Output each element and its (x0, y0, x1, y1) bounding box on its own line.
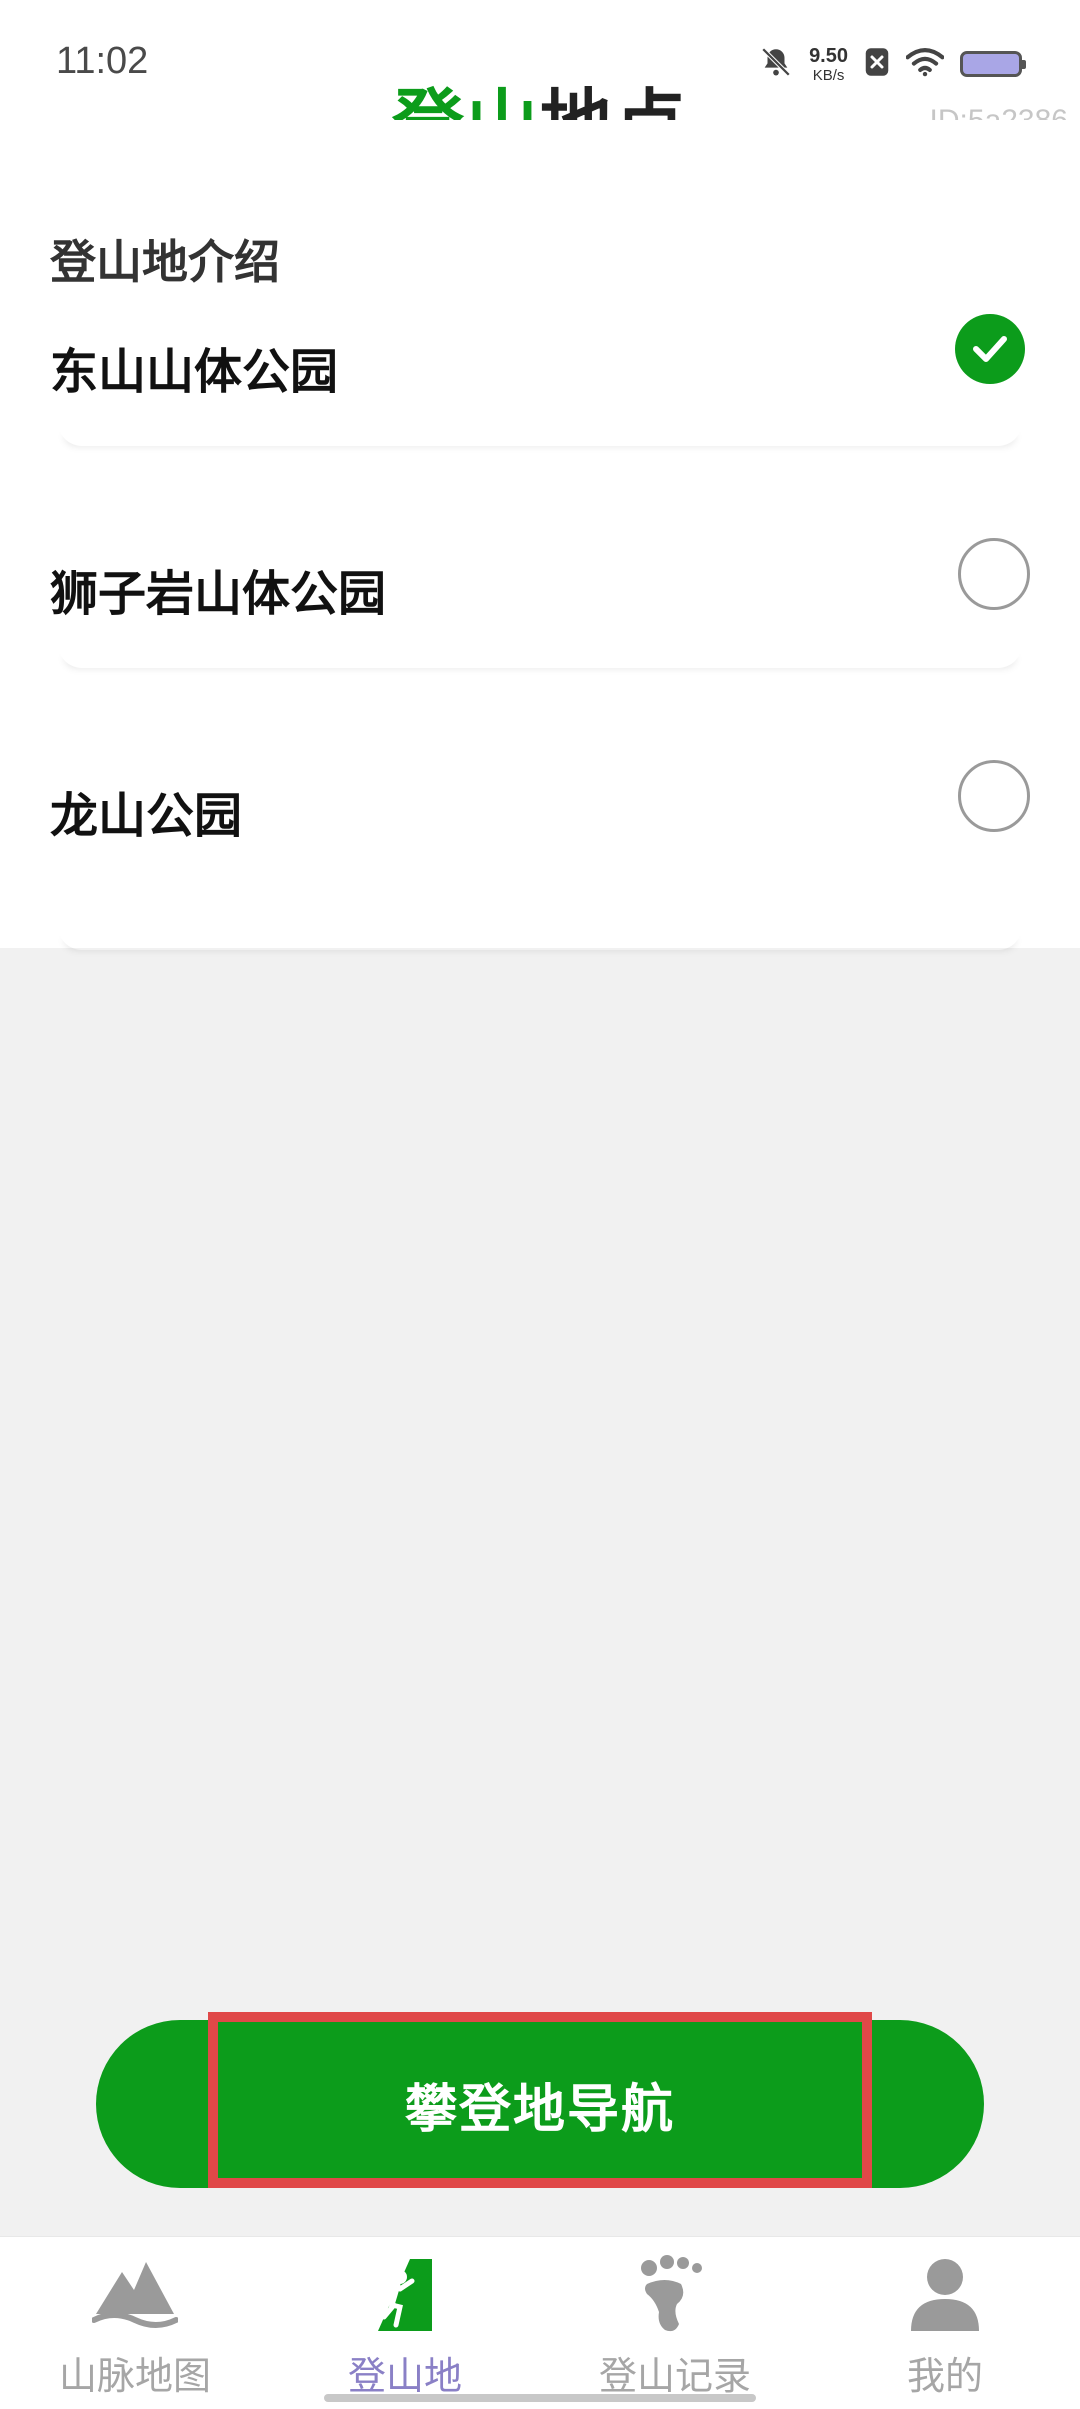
location-item-shiziyan[interactable]: 狮子岩山体公园 (0, 506, 1080, 728)
footprint-icon (630, 2251, 720, 2337)
home-indicator[interactable] (324, 2394, 756, 2402)
location-panel: 登山地介绍 东山山体公园 狮子岩山体公园 龙山公园 (0, 120, 1080, 948)
location-name: 东山山体公园 (50, 344, 339, 400)
climb-navigation-button[interactable]: 攀登地导航 (96, 2020, 984, 2188)
radio-unchecked-icon[interactable] (958, 538, 1030, 610)
location-item-longshan[interactable]: 龙山公园 (0, 728, 1080, 950)
tab-label: 登山地 (347, 2354, 462, 2398)
location-name: 龙山公园 (50, 788, 243, 844)
item-divider (58, 422, 1022, 446)
tab-mountain-map[interactable]: 山脉地图 (0, 2237, 270, 2409)
item-divider (58, 644, 1022, 668)
tab-climbing-sites[interactable]: 登山地 (270, 2237, 540, 2409)
item-divider (58, 926, 1022, 950)
location-item-dongshan[interactable]: 东山山体公园 (0, 284, 1080, 506)
location-name: 狮子岩山体公园 (50, 566, 387, 622)
radio-unchecked-icon[interactable] (958, 760, 1030, 832)
user-icon (900, 2251, 990, 2337)
tab-label: 登山记录 (598, 2354, 751, 2398)
tab-label: 山脉地图 (58, 2354, 211, 2398)
mountain-icon (90, 2251, 180, 2337)
section-title: 登山地介绍 (50, 235, 280, 289)
bottom-tab-bar: 山脉地图 登山地 登山记录 我的 (0, 2236, 1080, 2409)
climber-icon (360, 2251, 450, 2337)
radio-checked-icon[interactable] (955, 314, 1025, 384)
tab-mine[interactable]: 我的 (810, 2237, 1080, 2409)
tab-climbing-records[interactable]: 登山记录 (540, 2237, 810, 2409)
tab-label: 我的 (906, 2354, 983, 2398)
net-speed-value: 9.50 (809, 44, 848, 67)
